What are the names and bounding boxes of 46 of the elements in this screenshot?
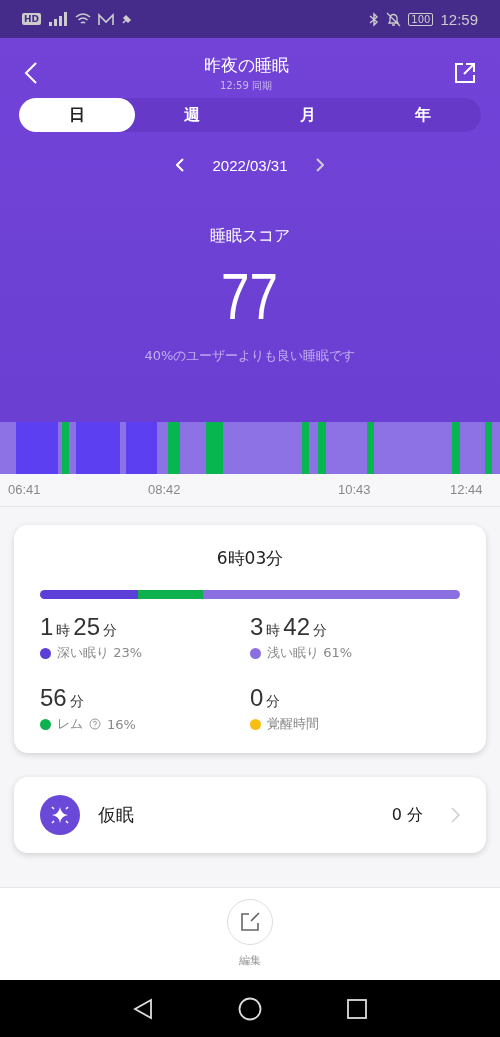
stage-label: 浅い眠り 61% [267,644,353,662]
sync-time: 12:59 同期 [220,78,272,93]
time-label: 06:41 [8,482,41,497]
signal-icon [48,12,68,26]
sparkle-icon [40,795,80,835]
next-day-button[interactable] [313,156,326,174]
time-label: 12:44 [450,482,483,497]
page-title: 昨夜の睡眠 [203,53,289,77]
period-tab[interactable]: 年 [365,98,481,132]
sleep-score: 77 [221,265,279,329]
period-tab[interactable]: 日 [19,98,135,132]
edit-label: 編集 [239,953,261,968]
previous-day-button[interactable] [174,156,187,174]
wifi-icon [75,12,91,26]
edit-button[interactable] [227,899,273,945]
clock-time: 12:59 [440,10,478,28]
edit-icon [239,911,261,933]
period-tab[interactable]: 月 [250,98,366,132]
stage-label: 覚醒時間 [267,715,319,733]
time-label: 10:43 [338,482,371,497]
date-label: 2022/03/31 [212,156,288,174]
battery-level: 100 [408,12,434,26]
recents-nav-icon[interactable] [346,997,368,1020]
home-nav-icon[interactable] [238,996,262,1021]
stage-percent: 16% [107,716,136,732]
score-comparison: 40%のユーザーよりも良い睡眠です [144,347,356,365]
stage-duration: 3 時 42 分 [250,613,329,641]
bluetooth-icon [369,11,380,27]
nap-duration: 0 分 [391,804,423,826]
nap-label: 仮眠 [98,803,135,827]
stage-duration: 1 時 25 分 [40,613,119,641]
total-sleep-time: 6時03分 [215,547,285,570]
hd-badge: HD [22,13,41,25]
muted-bell-icon [386,11,402,27]
stage-duration: 56 分 [40,684,85,712]
time-label: 08:42 [148,482,181,497]
chevron-right-icon [451,807,460,823]
period-tab[interactable]: 週 [134,98,250,132]
back-nav-icon[interactable] [132,997,154,1020]
plug-icon [121,13,133,25]
stage-duration: 0 分 [250,684,282,712]
nap-row[interactable]: 仮眠 0 分 [14,777,486,853]
stage-label: レム [57,715,83,733]
score-label: 睡眠スコア [210,226,290,247]
stage-label: 深い眠り 23% [57,644,143,662]
mail-icon [98,12,114,26]
